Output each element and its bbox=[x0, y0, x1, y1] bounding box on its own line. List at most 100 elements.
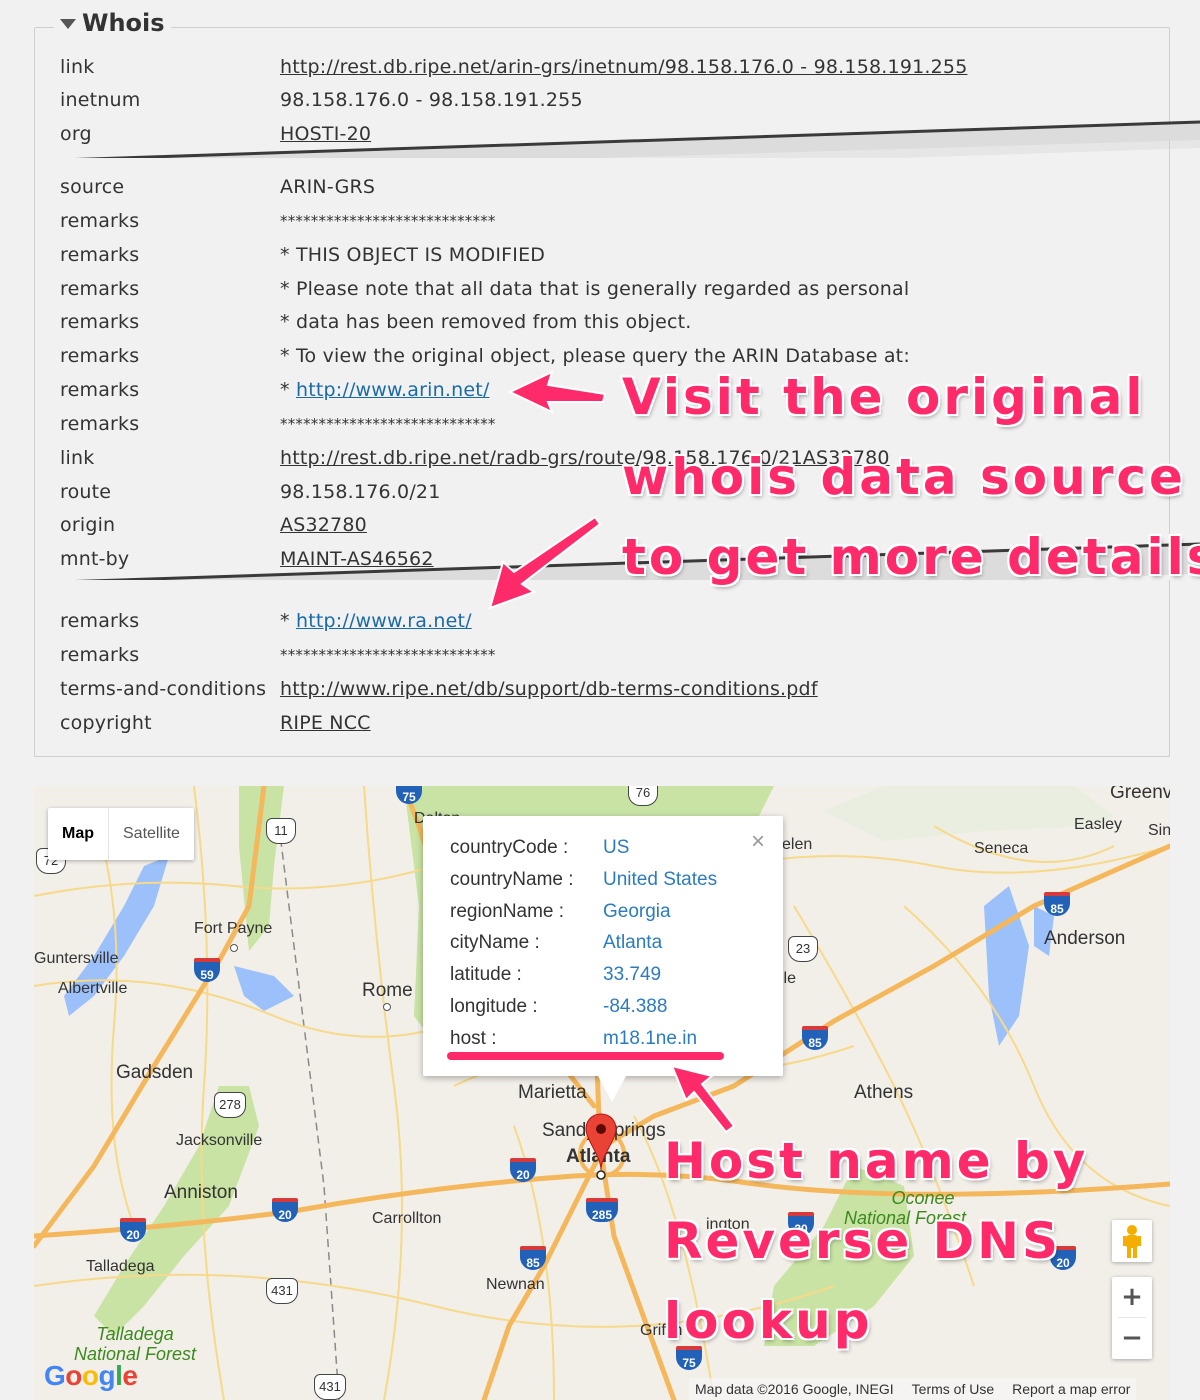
whois-key: terms-and-conditions bbox=[60, 678, 267, 700]
place-label: Easley bbox=[1074, 816, 1123, 833]
whois-link-origin[interactable]: AS32780 bbox=[280, 512, 367, 538]
whois-key: source bbox=[60, 176, 125, 198]
logo-letter: e bbox=[122, 1360, 138, 1391]
whois-value: **************************** bbox=[280, 415, 496, 433]
remark-prefix: * bbox=[280, 379, 296, 401]
whois-key: remarks bbox=[60, 311, 140, 333]
place-label: Newnan bbox=[486, 1276, 545, 1293]
place-label: Anniston bbox=[164, 1182, 238, 1203]
street-view-pegman[interactable] bbox=[1112, 1220, 1152, 1262]
whois-value: * data has been removed from this object… bbox=[280, 311, 692, 333]
info-key: cityName : bbox=[450, 932, 540, 953]
whois-value: **************************** bbox=[280, 212, 496, 230]
whois-value: * http://www.ra.net/ bbox=[280, 608, 472, 634]
info-window-tail bbox=[598, 1076, 626, 1102]
whois-title: Whois bbox=[82, 9, 165, 37]
whois-link-mnt-by[interactable]: MAINT-AS46562 bbox=[280, 546, 434, 572]
whois-key: remarks bbox=[60, 345, 140, 367]
zoom-in-button[interactable]: + bbox=[1112, 1277, 1152, 1317]
place-label: Fort Payne bbox=[194, 920, 273, 937]
map-attribution: Map data ©2016 Google, INEGI Terms of Us… bbox=[689, 1378, 1137, 1400]
ra-link[interactable]: http://www.ra.net/ bbox=[296, 610, 472, 632]
whois-value: 98.158.176.0/21 bbox=[280, 481, 441, 503]
whois-value: * Please note that all data that is gene… bbox=[280, 278, 910, 300]
place-label: Albertville bbox=[58, 980, 128, 997]
whois-key: remarks bbox=[60, 610, 140, 632]
whois-key: route bbox=[60, 481, 112, 503]
info-key: longitude : bbox=[450, 996, 538, 1017]
us-route-shield-icon: 278 bbox=[214, 1092, 246, 1118]
whois-key: remarks bbox=[60, 244, 140, 266]
info-key: countryName : bbox=[450, 869, 574, 890]
logo-letter: g bbox=[98, 1360, 116, 1391]
logo-letter: o bbox=[81, 1360, 99, 1391]
info-key: latitude : bbox=[450, 964, 522, 985]
annotation-whois-line-3: to get more details bbox=[622, 528, 1200, 586]
place-label: Anderson bbox=[1044, 928, 1126, 949]
place-label: Carrollton bbox=[372, 1210, 442, 1227]
whois-link-org[interactable]: HOSTI-20 bbox=[280, 121, 371, 147]
forest-label: Talladega National Forest bbox=[74, 1324, 196, 1364]
whois-value: * THIS OBJECT IS MODIFIED bbox=[280, 244, 546, 266]
annotation-host-line-3: lookup bbox=[664, 1292, 873, 1350]
zoom-control: + − bbox=[1112, 1277, 1152, 1359]
zoom-out-button[interactable]: − bbox=[1112, 1318, 1152, 1358]
logo-letter: G bbox=[44, 1360, 66, 1391]
copyright-link[interactable]: RIPE NCC bbox=[280, 710, 371, 736]
whois-key: inetnum bbox=[60, 89, 141, 111]
place-label: Sin bbox=[1148, 822, 1170, 839]
collapse-triangle-icon[interactable] bbox=[60, 19, 76, 29]
info-value-country-code: US bbox=[603, 837, 630, 858]
us-route-shield-icon: 431 bbox=[314, 1374, 346, 1400]
remark-prefix: * bbox=[280, 610, 296, 632]
whois-value: * http://www.arin.net/ bbox=[280, 377, 489, 403]
place-label: Guntersville bbox=[34, 950, 119, 967]
info-key: host : bbox=[450, 1028, 497, 1049]
whois-link-inetnum[interactable]: http://rest.db.ripe.net/arin-grs/inetnum… bbox=[280, 54, 968, 80]
whois-value: ARIN-GRS bbox=[280, 176, 376, 198]
terms-link[interactable]: http://www.ripe.net/db/support/db-terms-… bbox=[280, 676, 818, 702]
whois-key: remarks bbox=[60, 210, 140, 232]
map-marker-icon[interactable] bbox=[584, 1112, 618, 1182]
annotation-host-line-2: Reverse DNS bbox=[664, 1212, 1062, 1270]
arin-link[interactable]: http://www.arin.net/ bbox=[296, 379, 490, 401]
info-value-region: Georgia bbox=[603, 901, 671, 922]
map-info-window: × countryCode : US countryName : United … bbox=[423, 816, 783, 1102]
map-view[interactable]: Dalton Scottsboro Fort Payne Guntersvill… bbox=[34, 786, 1170, 1400]
info-value-longitude: -84.388 bbox=[603, 996, 668, 1017]
report-map-error-link[interactable]: Report a map error bbox=[1012, 1378, 1130, 1400]
map-type-map-button[interactable]: Map bbox=[48, 808, 109, 860]
google-logo[interactable]: Google bbox=[44, 1360, 138, 1392]
annotation-whois-line-2: whois data source bbox=[622, 448, 1186, 506]
place-label: elen bbox=[782, 836, 813, 853]
place-label: Athens bbox=[854, 1082, 914, 1103]
whois-key: remarks bbox=[60, 278, 140, 300]
place-label: Greenv bbox=[1110, 786, 1170, 803]
annotation-host-underline bbox=[447, 1052, 724, 1060]
whois-key: remarks bbox=[60, 413, 140, 435]
city-dot bbox=[383, 1003, 391, 1011]
panel-border-left bbox=[34, 170, 35, 757]
info-key: regionName : bbox=[450, 901, 565, 922]
us-route-shield-icon: 76 bbox=[628, 786, 658, 806]
forest-label-line: Talladega bbox=[96, 1324, 174, 1344]
whois-key: link bbox=[60, 56, 95, 78]
city-dot bbox=[230, 944, 238, 952]
info-value-city: Atlanta bbox=[603, 932, 663, 953]
whois-legend[interactable]: Whois bbox=[54, 9, 171, 37]
annotation-host-line-1: Host name by bbox=[664, 1132, 1089, 1190]
map-type-satellite-button[interactable]: Satellite bbox=[109, 808, 194, 860]
whois-key: copyright bbox=[60, 712, 152, 734]
close-icon[interactable]: × bbox=[751, 830, 765, 854]
whois-value: 98.158.176.0 - 98.158.191.255 bbox=[280, 89, 583, 111]
whois-value: * To view the original object, please qu… bbox=[280, 345, 910, 367]
place-label: Gadsden bbox=[116, 1062, 194, 1083]
info-value-country-name: United States bbox=[603, 869, 718, 890]
info-value-host: m18.1ne.in bbox=[603, 1028, 698, 1049]
map-data-credit: Map data ©2016 Google, INEGI bbox=[695, 1381, 894, 1397]
forest-label-line: Oconee bbox=[891, 1188, 955, 1208]
us-route-shield-icon: 431 bbox=[266, 1278, 298, 1304]
us-route-shield-icon: 23 bbox=[788, 936, 818, 962]
terms-of-use-link[interactable]: Terms of Use bbox=[912, 1378, 994, 1400]
whois-key: link bbox=[60, 447, 95, 469]
